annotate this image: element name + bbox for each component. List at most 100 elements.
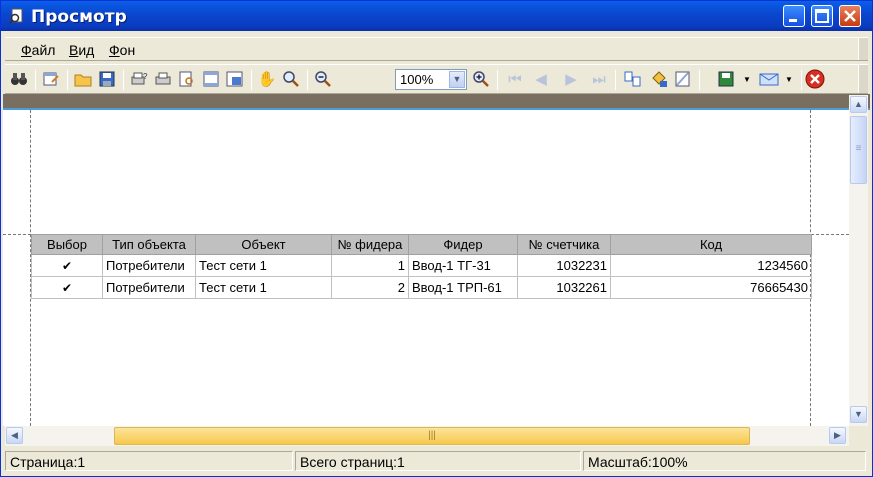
export-dropdown-chevron-icon[interactable]: ▼: [737, 69, 757, 89]
toolbar-separator: [699, 70, 700, 90]
next-page-icon[interactable]: ▶: [561, 69, 581, 89]
page-preview[interactable]: Выбор Тип объекта Объект № фидера Фидер …: [3, 110, 849, 426]
select-cell[interactable]: ✔: [31, 276, 103, 299]
zoom-out-icon[interactable]: [313, 69, 333, 89]
menu-background[interactable]: Фон: [109, 42, 135, 58]
minimize-button[interactable]: [783, 5, 805, 27]
feeder-number-cell: 2: [331, 276, 409, 299]
toolbar-separator: [307, 70, 308, 90]
scroll-left-icon[interactable]: ◀: [6, 427, 23, 444]
vertical-scroll-thumb[interactable]: ≡: [850, 116, 867, 184]
chevron-down-icon[interactable]: ▼: [449, 71, 465, 88]
multi-page-icon[interactable]: [623, 69, 643, 89]
preview-document-icon: [9, 8, 25, 24]
column-header: Тип объекта: [102, 234, 196, 255]
meter-number-cell: 1032261: [517, 276, 611, 299]
toolbar-overflow-grip[interactable]: [858, 65, 868, 93]
code-cell: 1234560: [610, 254, 812, 277]
column-header: Код: [610, 234, 812, 255]
column-header: Выбор: [31, 234, 103, 255]
meter-number-cell: 1032231: [517, 254, 611, 277]
horizontal-scrollbar[interactable]: ◀ ||| ▶: [5, 426, 849, 446]
background-fill-icon[interactable]: [649, 69, 669, 89]
print-preview-icon[interactable]: [177, 69, 197, 89]
hand-tool-icon[interactable]: ✋: [257, 69, 277, 89]
preview-window: Просмотр Файл Вид Фон ? ✋ 100% ▼ ⏮ ◀ ▶ ⏭…: [0, 0, 873, 477]
toolbar-separator: [67, 70, 68, 90]
menu-file-label: айл: [31, 42, 56, 58]
scrollbar-corner: [849, 426, 868, 446]
svg-text:?: ?: [143, 72, 148, 81]
email-dropdown-chevron-icon[interactable]: ▼: [779, 69, 799, 89]
first-page-icon[interactable]: ⏮: [505, 69, 525, 89]
menu-bar: Файл Вид Фон: [5, 37, 868, 61]
menu-file[interactable]: Файл: [21, 42, 55, 58]
code-cell: 76665430: [610, 276, 812, 299]
window-title: Просмотр: [31, 7, 127, 27]
zoom-in-icon[interactable]: [471, 69, 491, 89]
status-bar: Страница:1 Всего страниц:1 Масштаб:100%: [5, 449, 868, 473]
object-cell: Тест сети 1: [195, 254, 332, 277]
export-icon[interactable]: [717, 69, 737, 89]
watermark-icon[interactable]: [673, 69, 693, 89]
email-icon[interactable]: [759, 69, 779, 89]
status-page: Страница:1: [5, 451, 293, 471]
last-page-icon[interactable]: ⏭: [589, 69, 609, 89]
status-zoom: Масштаб:100%: [583, 451, 866, 471]
zoom-select-value: 100%: [400, 72, 434, 87]
ruler-strip: [3, 94, 870, 110]
table-header-row: Выбор Тип объекта Объект № фидера Фидер …: [31, 234, 812, 255]
scroll-up-icon[interactable]: ▲: [850, 96, 867, 113]
vertical-scrollbar[interactable]: ▲ ≡ ▼: [849, 95, 868, 426]
prev-page-icon[interactable]: ◀: [531, 69, 551, 89]
feeder-cell: Ввод-1 ТГ-31: [408, 254, 518, 277]
page-header-icon[interactable]: [201, 69, 221, 89]
close-preview-icon[interactable]: [805, 69, 825, 89]
menu-background-mnemonic: Ф: [109, 42, 120, 58]
column-header: Фидер: [408, 234, 518, 255]
object-type-cell: Потребители: [102, 254, 196, 277]
page-setup-icon[interactable]: [41, 69, 61, 89]
close-button[interactable]: [839, 5, 861, 27]
title-bar[interactable]: Просмотр: [1, 1, 872, 31]
menu-view-label: ид: [78, 42, 95, 58]
page-fit-icon[interactable]: [225, 69, 245, 89]
feeder-cell: Ввод-1 ТРП-61: [408, 276, 518, 299]
toolbar-separator: [123, 70, 124, 90]
toolbar: ? ✋ 100% ▼ ⏮ ◀ ▶ ⏭ ▼ ▼: [5, 64, 868, 94]
horizontal-scroll-thumb[interactable]: |||: [114, 427, 750, 445]
menu-background-label: он: [119, 42, 136, 58]
menu-file-mnemonic: Ф: [21, 42, 32, 58]
toolbar-separator: [35, 70, 36, 90]
toolbar-separator: [497, 70, 498, 90]
object-type-cell: Потребители: [102, 276, 196, 299]
menu-view[interactable]: Вид: [69, 42, 94, 58]
scroll-right-icon[interactable]: ▶: [829, 427, 846, 444]
magnifier-icon[interactable]: [281, 69, 301, 89]
object-cell: Тест сети 1: [195, 276, 332, 299]
status-total-pages: Всего страниц:1: [295, 451, 581, 471]
print-icon[interactable]: [153, 69, 173, 89]
table-row: ✔ Потребители Тест сети 1 1 Ввод-1 ТГ-31…: [31, 254, 812, 277]
menu-view-mnemonic: В: [69, 42, 79, 58]
open-folder-icon[interactable]: [73, 69, 93, 89]
zoom-select[interactable]: 100% ▼: [395, 69, 467, 90]
column-header: № счетчика: [517, 234, 611, 255]
toolbar-separator: [801, 70, 802, 90]
data-table: Выбор Тип объекта Объект № фидера Фидер …: [31, 234, 812, 299]
maximize-button[interactable]: [811, 5, 833, 27]
checkmark-icon[interactable]: ✔: [62, 260, 73, 272]
table-row: ✔ Потребители Тест сети 1 2 Ввод-1 ТРП-6…: [31, 276, 812, 299]
scroll-down-icon[interactable]: ▼: [850, 406, 867, 423]
toolbar-separator: [251, 70, 252, 90]
binoculars-icon[interactable]: [9, 69, 29, 89]
print-setup-icon[interactable]: ?: [129, 69, 149, 89]
column-header: Объект: [195, 234, 332, 255]
save-disk-icon[interactable]: [97, 69, 117, 89]
checkmark-icon[interactable]: ✔: [62, 282, 73, 294]
select-cell[interactable]: ✔: [31, 254, 103, 277]
column-header: № фидера: [331, 234, 409, 255]
feeder-number-cell: 1: [331, 254, 409, 277]
toolbar-separator: [615, 70, 616, 90]
menu-overflow-grip[interactable]: [858, 38, 868, 60]
